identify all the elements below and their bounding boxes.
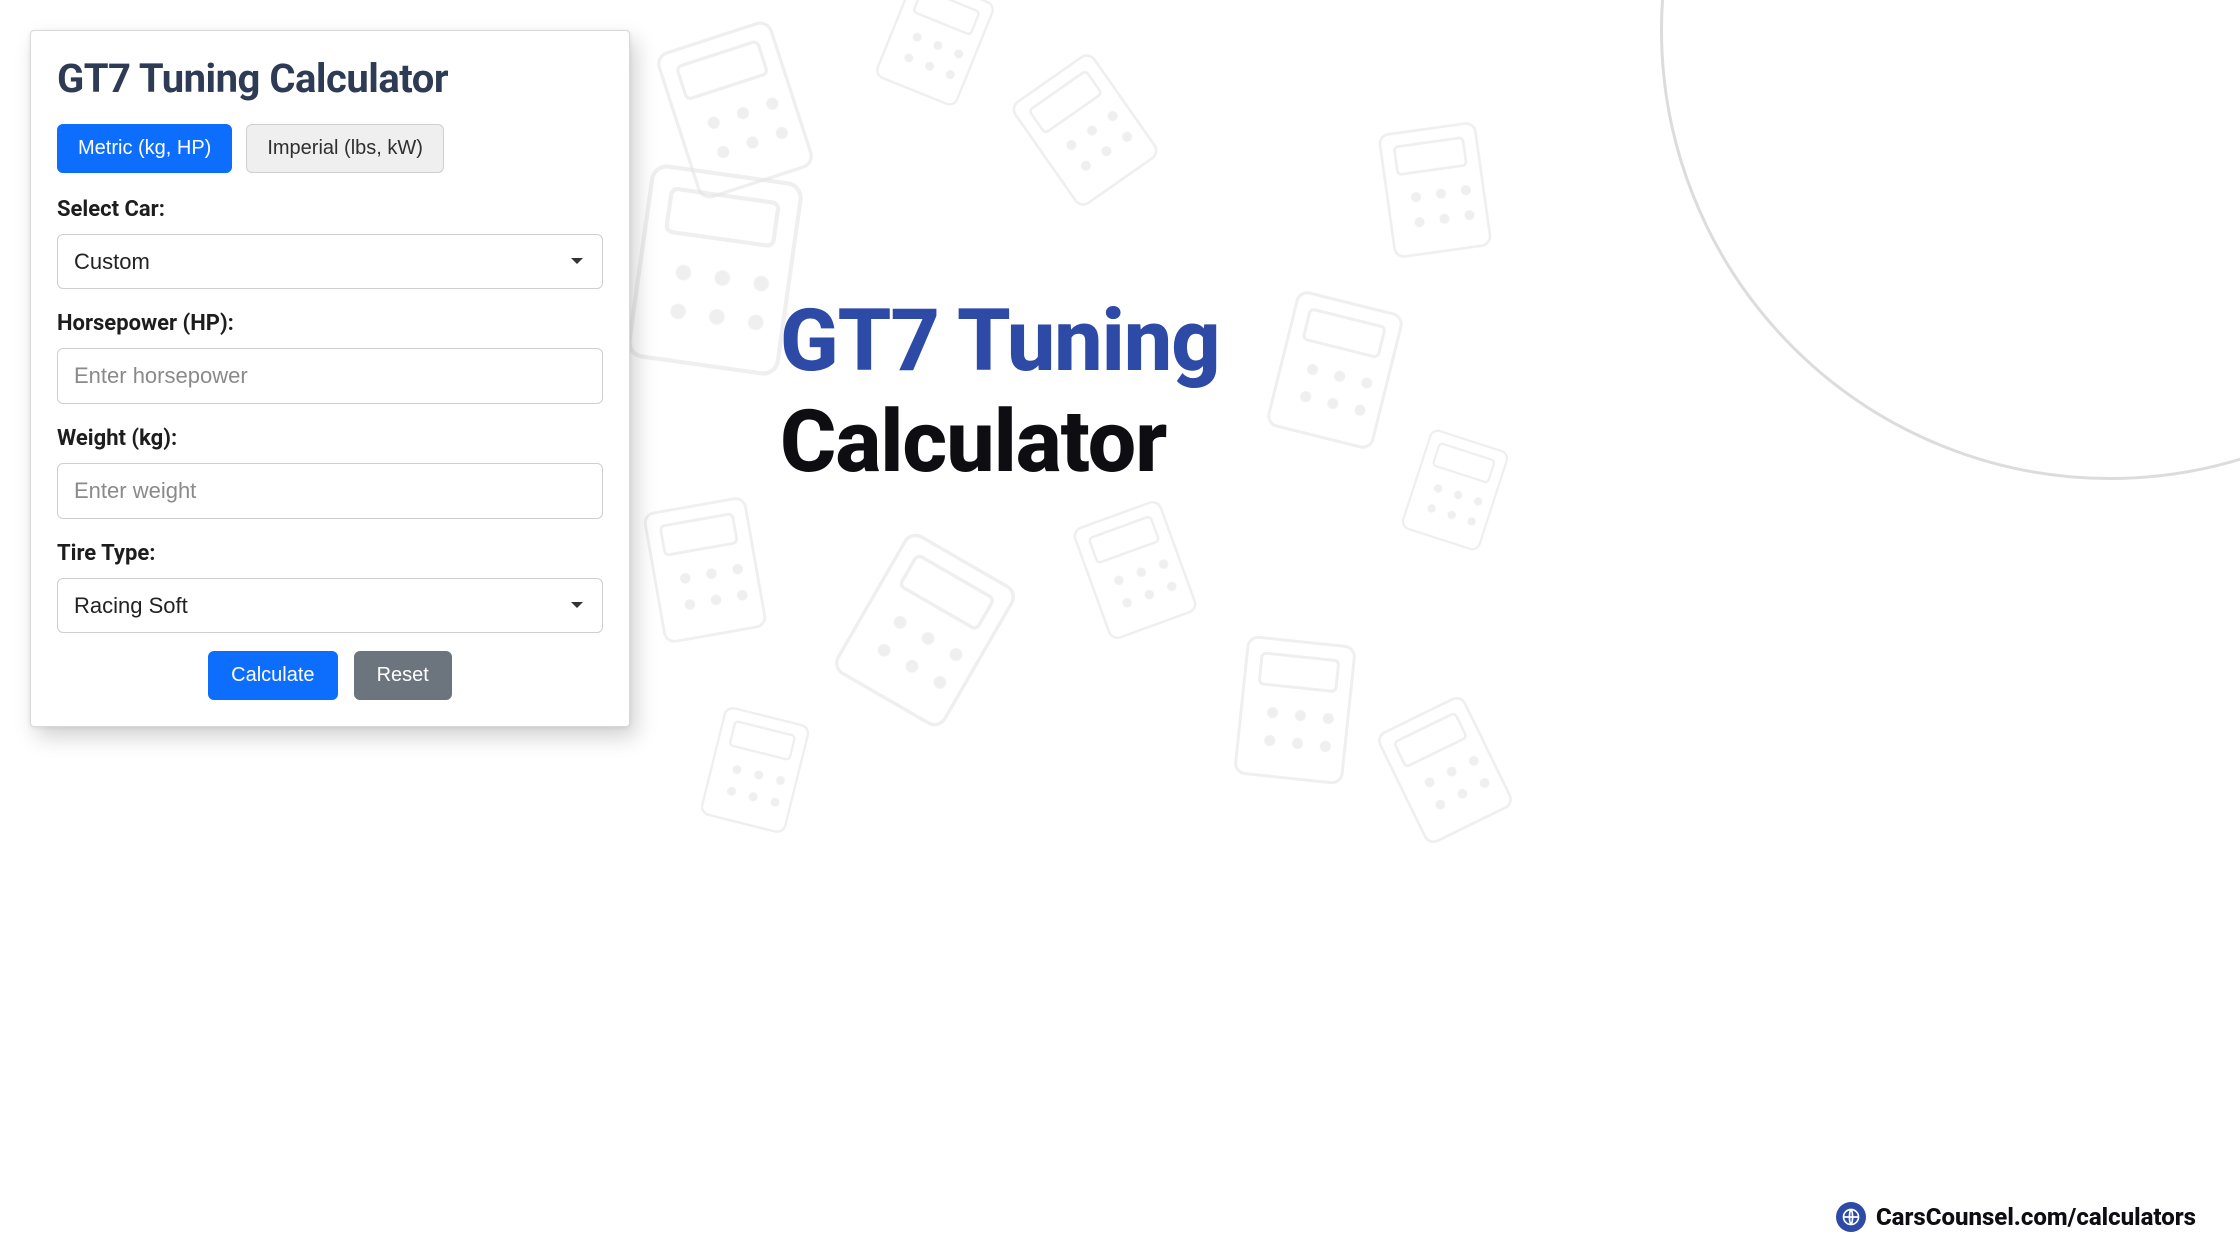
unit-toggle-row: Metric (kg, HP) Imperial (lbs, kW) bbox=[57, 124, 603, 173]
hero-title: GT7 Tuning Calculator bbox=[780, 290, 1220, 493]
unit-imperial-button[interactable]: Imperial (lbs, kW) bbox=[246, 124, 444, 173]
field-tire-type: Tire Type: Racing Soft bbox=[57, 541, 603, 633]
label-horsepower: Horsepower (HP): bbox=[57, 311, 603, 336]
field-select-car: Select Car: Custom bbox=[57, 197, 603, 289]
reset-button[interactable]: Reset bbox=[354, 651, 452, 700]
site-credit: CarsCounsel.com/calculators bbox=[1836, 1202, 2196, 1232]
calculator-card: GT7 Tuning Calculator Metric (kg, HP) Im… bbox=[30, 30, 630, 727]
field-horsepower: Horsepower (HP): bbox=[57, 311, 603, 404]
label-weight: Weight (kg): bbox=[57, 426, 603, 451]
hero-line-1: GT7 Tuning bbox=[780, 290, 1220, 391]
horsepower-input[interactable] bbox=[57, 348, 603, 404]
hero-line-2: Calculator bbox=[780, 391, 1220, 492]
label-select-car: Select Car: bbox=[57, 197, 603, 222]
calculate-button[interactable]: Calculate bbox=[208, 651, 337, 700]
action-row: Calculate Reset bbox=[57, 651, 603, 700]
label-tire-type: Tire Type: bbox=[57, 541, 603, 566]
select-car-dropdown[interactable]: Custom bbox=[57, 234, 603, 289]
unit-metric-button[interactable]: Metric (kg, HP) bbox=[57, 124, 232, 173]
card-title: GT7 Tuning Calculator bbox=[57, 55, 603, 102]
field-weight: Weight (kg): bbox=[57, 426, 603, 519]
tire-type-dropdown[interactable]: Racing Soft bbox=[57, 578, 603, 633]
weight-input[interactable] bbox=[57, 463, 603, 519]
globe-icon bbox=[1836, 1202, 1866, 1232]
credit-text: CarsCounsel.com/calculators bbox=[1876, 1203, 2196, 1231]
